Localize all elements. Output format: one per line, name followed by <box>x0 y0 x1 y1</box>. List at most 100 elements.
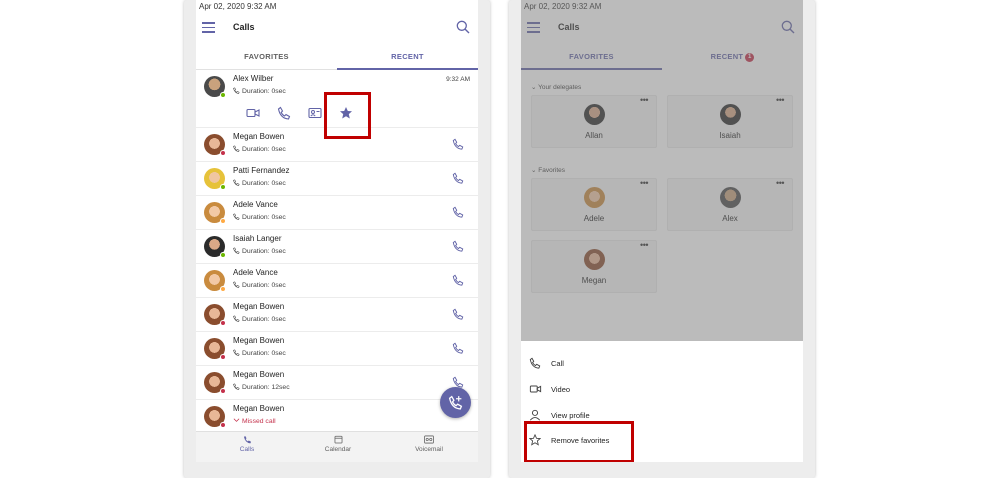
phone-call-icon[interactable] <box>277 106 291 120</box>
voicemail-icon <box>424 435 434 444</box>
caller-name: Megan Bowen <box>233 302 285 311</box>
call-duration-line: Duration: 0sec <box>233 213 286 221</box>
menu-item-call[interactable]: Call <box>521 353 803 375</box>
tab-favorites[interactable]: FAVORITES <box>196 46 337 70</box>
call-duration: Duration: 0sec <box>242 282 286 289</box>
call-duration: Duration: 0sec <box>242 180 286 187</box>
presence-busy-icon <box>220 388 226 394</box>
dial-phone-icon <box>448 395 463 410</box>
call-duration: Missed call <box>242 418 276 425</box>
menu-item-video[interactable]: Video <box>521 379 803 401</box>
video-call-icon[interactable] <box>246 106 260 120</box>
call-outgoing-icon <box>233 349 240 356</box>
presence-away-icon <box>220 218 226 224</box>
menu-item-label: Video <box>551 385 571 394</box>
presence-busy-icon <box>220 354 226 360</box>
call-row[interactable]: Isaiah Langer Duration: 0sec <box>196 230 478 264</box>
caller-name: Adele Vance <box>233 200 278 209</box>
missed-call-icon <box>233 418 240 422</box>
right-phone-frame: Apr 02, 2020 9:32 AM Calls FAVORITES REC… <box>509 0 815 478</box>
call-outgoing-icon <box>233 247 240 254</box>
presence-busy-icon <box>220 150 226 156</box>
caller-name: Patti Fernandez <box>233 166 290 175</box>
call-outgoing-icon <box>233 87 240 94</box>
call-duration-line: Duration: 0sec <box>233 145 286 153</box>
status-time: Apr 02, 2020 9:32 AM <box>199 2 277 11</box>
menu-item-label: Call <box>551 359 564 368</box>
call-duration-line: Duration: 0sec <box>233 179 286 187</box>
video-icon <box>529 385 542 393</box>
left-screen: Apr 02, 2020 9:32 AM Calls FAVORITES REC… <box>196 0 478 462</box>
call-outgoing-icon <box>233 281 240 288</box>
phone-call-icon[interactable] <box>452 206 464 218</box>
tab-bar: FAVORITES RECENT <box>196 46 478 70</box>
call-duration: Duration: 12sec <box>242 384 290 391</box>
phone-call-icon[interactable] <box>452 308 464 320</box>
hamburger-menu-icon[interactable] <box>202 22 215 33</box>
nav-calendar[interactable]: Calendar <box>308 435 368 453</box>
call-duration-line: Duration: 12sec <box>233 383 290 391</box>
new-call-button[interactable] <box>440 387 471 418</box>
modal-dim-overlay[interactable] <box>521 0 803 341</box>
nav-calls[interactable]: Calls <box>217 435 277 453</box>
tab-recent[interactable]: RECENT <box>337 46 478 70</box>
search-icon[interactable] <box>456 20 470 34</box>
call-duration: Duration: 0sec <box>242 214 286 221</box>
app-header: Calls <box>196 12 478 46</box>
call-row[interactable]: Adele Vance Duration: 0sec <box>196 264 478 298</box>
call-row[interactable]: Megan Bowen Duration: 0sec <box>196 128 478 162</box>
call-outgoing-icon <box>233 213 240 220</box>
presence-available-icon <box>220 252 226 258</box>
menu-item-label: View profile <box>551 411 590 420</box>
nav-calls-label: Calls <box>239 446 255 453</box>
presence-available-icon <box>220 184 226 190</box>
call-duration-line: Missed call <box>233 417 276 425</box>
call-row[interactable]: Patti Fernandez Duration: 0sec <box>196 162 478 196</box>
bottom-nav: Calls Calendar Voicemail <box>196 431 478 462</box>
page-title: Calls <box>233 22 255 32</box>
call-outgoing-icon <box>233 179 240 186</box>
phone-call-icon[interactable] <box>452 172 464 184</box>
right-screen: Apr 02, 2020 9:32 AM Calls FAVORITES REC… <box>521 0 803 462</box>
call-time: 9:32 AM <box>446 76 470 83</box>
calendar-icon <box>334 435 342 444</box>
phone-call-icon[interactable] <box>452 342 464 354</box>
call-duration: Duration: 0sec <box>242 248 286 255</box>
caller-name: Isaiah Langer <box>233 234 282 243</box>
call-duration-line: Duration: 0sec <box>233 281 286 289</box>
caller-name: Megan Bowen <box>233 370 285 379</box>
call-outgoing-icon <box>233 145 240 152</box>
phone-icon <box>529 357 541 369</box>
call-row[interactable]: Megan Bowen Duration: 12sec <box>196 366 478 400</box>
person-icon <box>529 409 541 421</box>
phone-call-icon[interactable] <box>452 138 464 150</box>
call-duration: Duration: 0sec <box>242 88 286 95</box>
caller-name: Megan Bowen <box>233 336 285 345</box>
presence-busy-icon <box>220 422 226 428</box>
call-row[interactable]: Megan Bowen Duration: 0sec <box>196 298 478 332</box>
nav-voicemail-label: Voicemail <box>415 446 443 453</box>
caller-name: Adele Vance <box>233 268 278 277</box>
call-duration-line: Duration: 0sec <box>233 349 286 357</box>
caller-name: Megan Bowen <box>233 132 285 141</box>
call-duration: Duration: 0sec <box>242 316 286 323</box>
nav-calendar-label: Calendar <box>324 446 352 453</box>
highlight-box-remove-favorites <box>524 421 634 462</box>
call-row[interactable]: Megan Bowen Missed call <box>196 400 478 434</box>
call-duration: Duration: 0sec <box>242 146 286 153</box>
call-row[interactable]: Adele Vance Duration: 0sec <box>196 196 478 230</box>
call-duration: Duration: 0sec <box>242 350 286 357</box>
call-outgoing-icon <box>233 315 240 322</box>
presence-away-icon <box>220 286 226 292</box>
phone-call-icon[interactable] <box>452 240 464 252</box>
caller-name: Alex Wilber <box>233 74 274 83</box>
presence-busy-icon <box>220 320 226 326</box>
call-duration-line: Duration: 0sec <box>233 315 286 323</box>
phone-call-icon[interactable] <box>452 274 464 286</box>
call-row[interactable]: Megan Bowen Duration: 0sec <box>196 332 478 366</box>
left-phone-frame: Apr 02, 2020 9:32 AM Calls FAVORITES REC… <box>184 0 490 478</box>
nav-voicemail[interactable]: Voicemail <box>399 435 459 453</box>
call-duration-line: Duration: 0sec <box>233 87 286 95</box>
caller-name: Megan Bowen <box>233 404 285 413</box>
contact-card-icon[interactable] <box>308 106 322 120</box>
